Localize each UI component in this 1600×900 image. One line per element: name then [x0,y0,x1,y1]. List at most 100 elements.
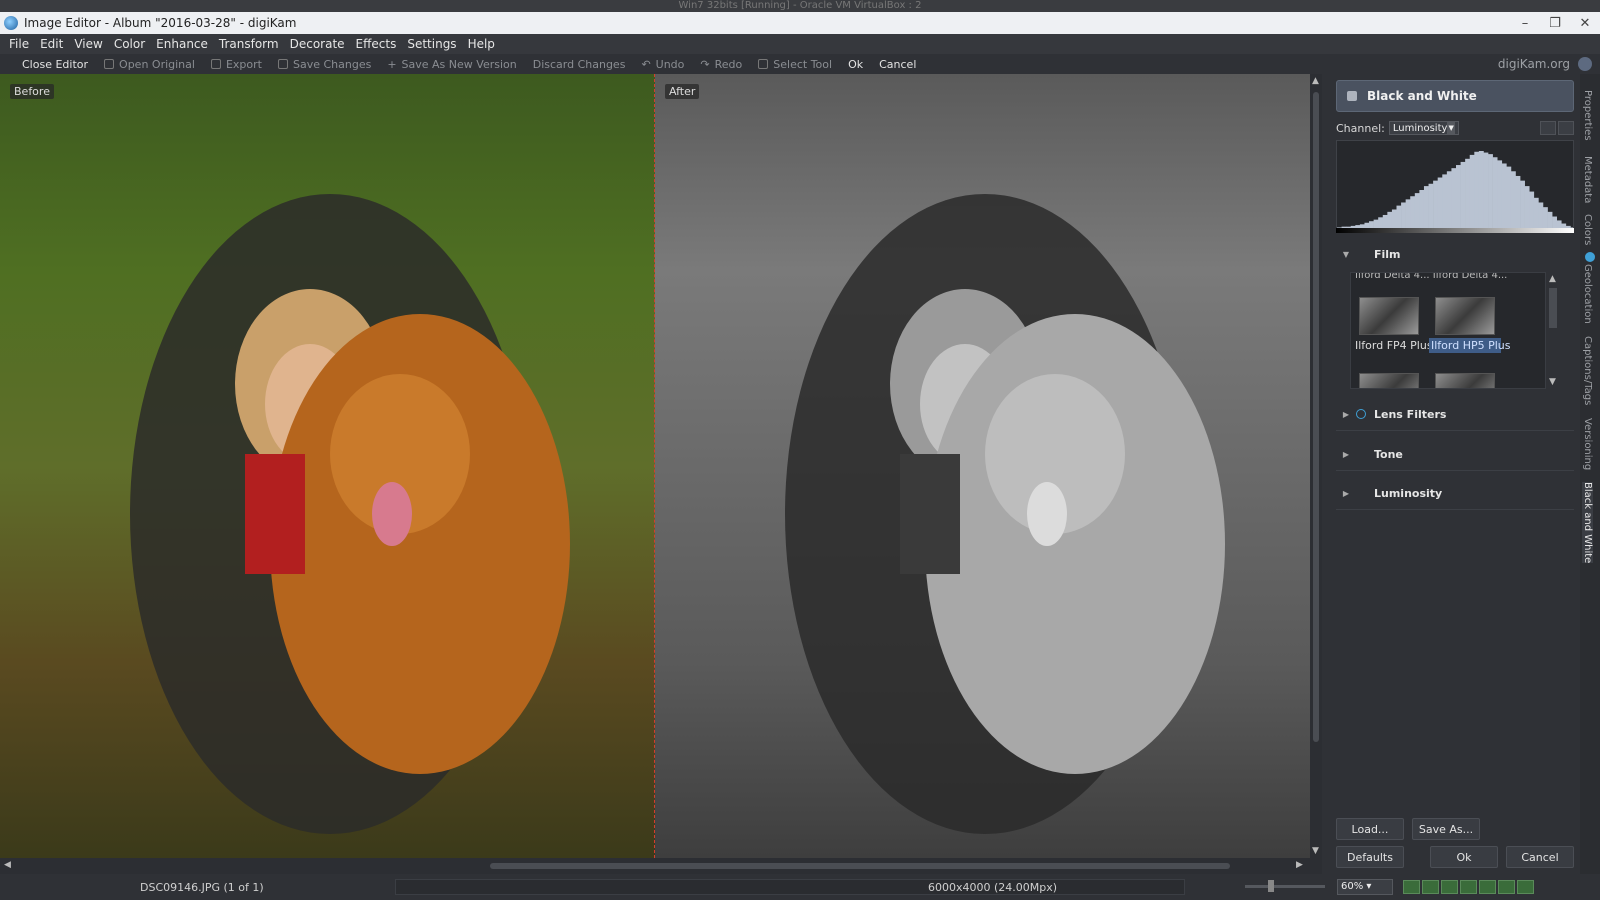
tool-settings-panel: Black and White Channel: Luminosity ▼ ▼ … [1322,74,1580,874]
menu-file[interactable]: File [4,37,35,51]
film-scroll-thumb[interactable] [1549,288,1557,328]
channel-row: Channel: Luminosity ▼ [1336,120,1574,136]
tab-metadata[interactable]: Metadata [1582,156,1593,203]
menu-color[interactable]: Color [109,37,151,51]
load-button[interactable]: Load... [1336,818,1404,840]
discard-changes-button[interactable]: Discard Changes [525,58,634,71]
tab-versioning[interactable]: Versioning [1582,418,1593,470]
histogram-bin [1538,202,1544,229]
scroll-left-icon[interactable]: ◀ [4,860,11,870]
film-thumbnail[interactable] [1435,373,1495,388]
lens-filters-section-header[interactable]: ▶ Lens Filters [1336,404,1574,424]
menu-effects[interactable]: Effects [351,37,403,51]
save-changes-button[interactable]: Save Changes [270,58,379,71]
after-photo-illustration [785,194,1225,834]
scroll-up-icon[interactable]: ▲ [1312,76,1319,86]
view-target-icon[interactable] [1498,880,1515,894]
export-icon [210,59,221,69]
zoom-select[interactable]: 60% ▾ [1337,879,1393,895]
export-button[interactable]: Export [203,58,270,71]
histogram-bin [1547,211,1553,229]
histogram-bin [1483,152,1489,229]
window-title-bar: Image Editor - Album "2016-03-28" - digi… [0,12,1600,34]
canvas-vertical-scrollbar[interactable]: ▲ ▼ [1310,74,1322,858]
film-thumbnail [1359,297,1419,335]
section-divider [1336,509,1574,510]
scroll-down-icon[interactable]: ▼ [1312,846,1319,856]
select-tool-icon [758,59,769,69]
channel-select[interactable]: Luminosity ▼ [1388,121,1459,135]
tab-captions-tags[interactable]: Captions/Tags [1582,336,1593,405]
zoom-slider-handle[interactable] [1268,880,1274,892]
film-item-hp5[interactable]: Ilford HP5 Plus [1429,297,1511,353]
vertical-scroll-thumb[interactable] [1313,92,1319,742]
minimize-icon[interactable]: – [1510,16,1540,31]
redo-button[interactable]: ↷ Redo [692,58,750,71]
toolbar-ok-button[interactable]: Ok [840,58,871,71]
linear-scale-button[interactable] [1540,121,1556,135]
tab-black-and-white[interactable]: Black and White [1582,482,1593,564]
histogram-bin [1414,193,1420,229]
save-as-new-version-button[interactable]: + Save As New Version [379,58,524,71]
toolbar-cancel-button[interactable]: Cancel [871,58,924,71]
menu-decorate[interactable]: Decorate [285,37,351,51]
film-list[interactable]: Ilford Delta 4... Ilford Delta 4... Ilfo… [1350,272,1546,389]
tab-properties[interactable]: Properties [1582,90,1593,141]
panel-cancel-button[interactable]: Cancel [1506,846,1574,868]
horizontal-scroll-thumb[interactable] [490,863,1230,869]
before-image[interactable]: Before [0,74,655,858]
lens-filters-section-label: Lens Filters [1374,407,1447,421]
view-split-vertical-icon[interactable] [1422,880,1439,894]
undo-button[interactable]: ↶ Undo [633,58,692,71]
restore-icon[interactable]: ❐ [1540,16,1570,31]
menu-view[interactable]: View [69,37,108,51]
film-section-header[interactable]: ▼ Film [1336,244,1574,264]
histogram-bin [1469,154,1475,229]
image-canvas[interactable]: Before After [0,74,1310,858]
tone-section-header[interactable]: ▶ Tone [1336,444,1574,464]
chevron-down-icon: ▼ [1447,122,1455,134]
menu-edit[interactable]: Edit [35,37,69,51]
scroll-up-icon[interactable]: ▲ [1549,274,1556,284]
view-original-icon[interactable] [1403,880,1420,894]
luminosity-section-header[interactable]: ▶ Luminosity [1336,483,1574,503]
panel-ok-button[interactable]: Ok [1430,846,1498,868]
histogram-bin [1520,180,1525,229]
tab-colors[interactable]: Colors [1582,214,1593,245]
film-list-scrollbar[interactable]: ▲ ▼ [1546,272,1560,389]
load-label: Load... [1351,822,1389,836]
tab-geolocation[interactable]: Geolocation [1582,264,1593,324]
save-as-button[interactable]: Save As... [1412,818,1480,840]
brand-text[interactable]: digiKam.org [1498,57,1570,71]
histogram-bin [1451,168,1457,229]
film-thumbnail[interactable] [1359,373,1419,388]
open-original-button[interactable]: Open Original [96,58,203,71]
close-icon[interactable]: ✕ [1570,16,1600,31]
view-compare-icon[interactable] [1479,880,1496,894]
view-split-horizontal-icon[interactable] [1441,880,1458,894]
scroll-right-icon[interactable]: ▶ [1296,860,1303,870]
zoom-slider[interactable] [1245,885,1325,888]
close-editor-button[interactable]: Close Editor [14,58,96,71]
menu-settings[interactable]: Settings [402,37,462,51]
redo-label: Redo [714,57,743,71]
view-side-by-side-icon[interactable] [1460,880,1477,894]
after-image[interactable]: After [655,74,1310,858]
canvas-horizontal-scrollbar[interactable]: ◀ ▶ [0,858,1322,874]
histogram-bin [1387,211,1393,229]
digikam-logo-icon [1578,57,1592,71]
view-preview-icon[interactable] [1517,880,1534,894]
menu-transform[interactable]: Transform [214,37,285,51]
defaults-button[interactable]: Defaults [1336,846,1404,868]
film-item-fp4[interactable]: Ilford FP4 Plus [1353,297,1433,353]
menu-enhance[interactable]: Enhance [151,37,214,51]
menu-help[interactable]: Help [463,37,501,51]
log-scale-button[interactable] [1558,121,1574,135]
select-tool-button[interactable]: Select Tool [750,58,840,71]
after-label: After [665,84,700,99]
toolbar-cancel-label: Cancel [879,57,917,71]
scroll-down-icon[interactable]: ▼ [1549,377,1556,387]
toolbar: Close Editor Open Original Export Save C… [0,54,1600,74]
undo-icon: ↶ [641,57,651,71]
before-after-divider[interactable] [654,74,655,858]
